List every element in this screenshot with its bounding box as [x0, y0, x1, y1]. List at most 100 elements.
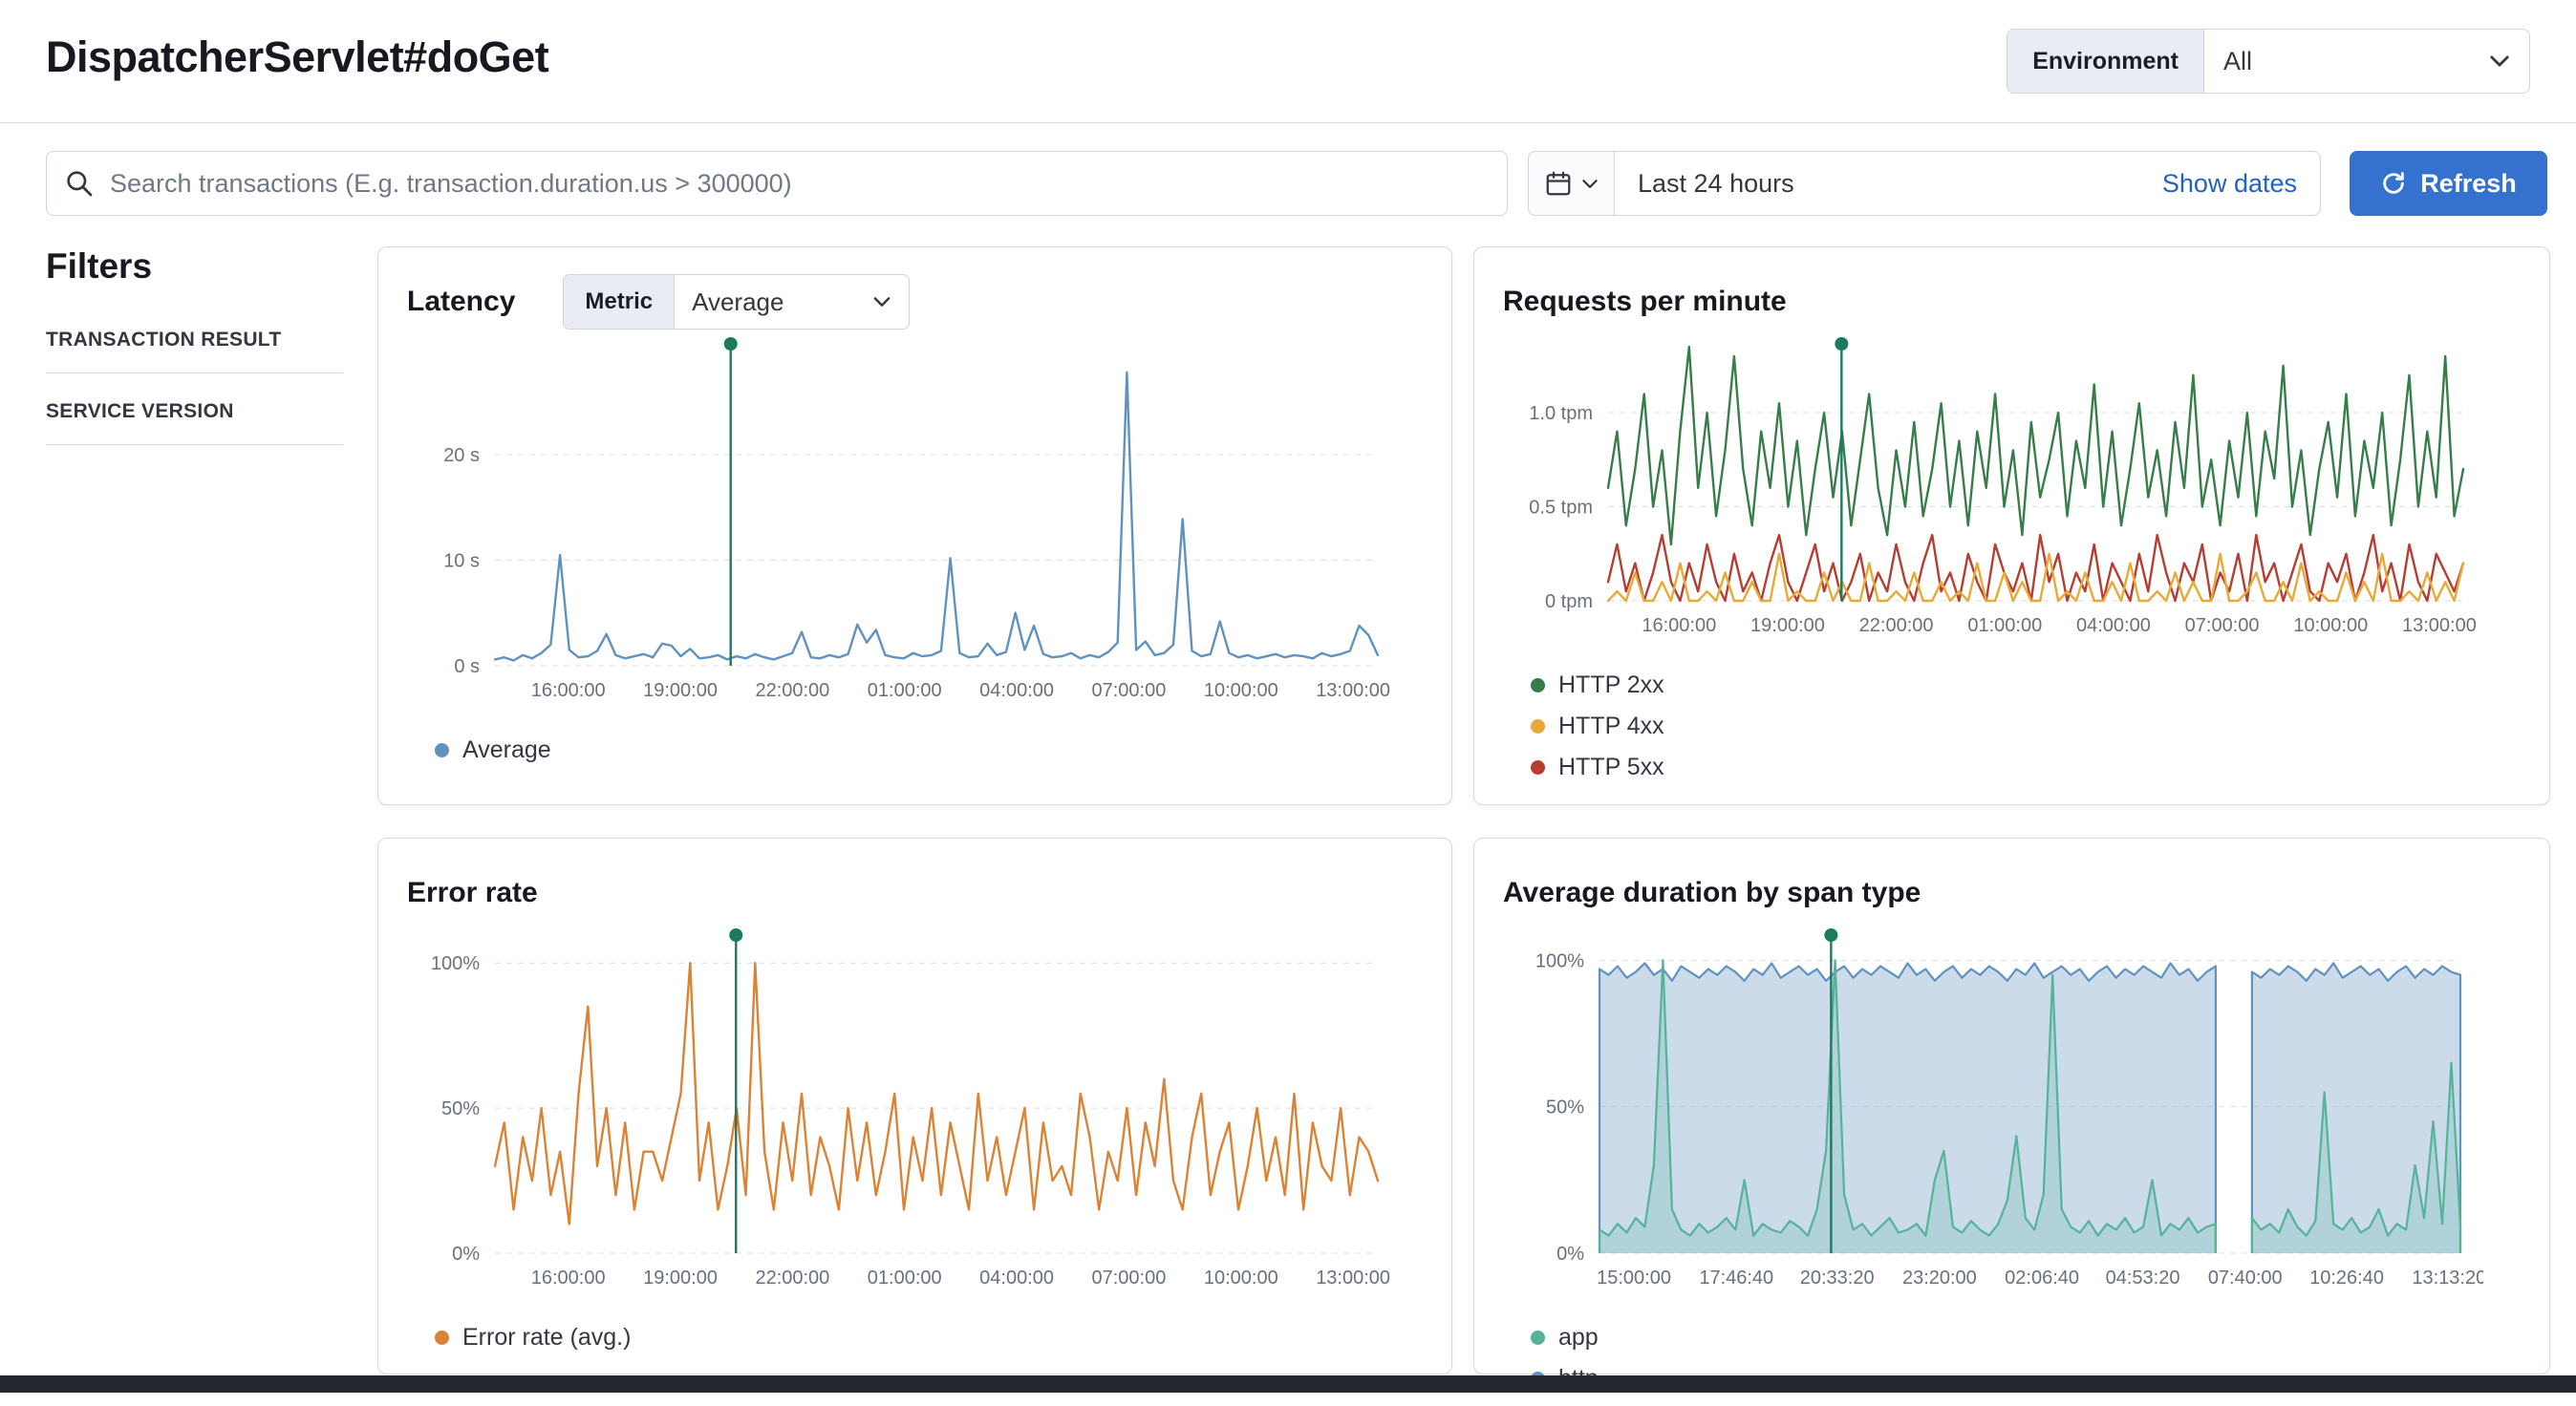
requests-per-minute-panel: Requests per minute 0 tpm 0.5 tpm 1.0 tpm 1…: [1473, 246, 2550, 805]
svg-text:07:40:00: 07:40:00: [2208, 1268, 2283, 1289]
svg-text:100%: 100%: [1535, 950, 1584, 971]
legend-dot: [435, 1331, 449, 1345]
svg-text:17:46:40: 17:46:40: [1699, 1268, 1773, 1289]
svg-text:19:00:00: 19:00:00: [643, 680, 718, 701]
svg-text:0%: 0%: [1556, 1244, 1584, 1265]
svg-text:10:00:00: 10:00:00: [1204, 1268, 1278, 1289]
search-input[interactable]: [108, 168, 1507, 200]
date-range-display[interactable]: Last 24 hours Show dates: [1615, 152, 2320, 215]
legend-dot: [1531, 1331, 1545, 1345]
environment-select-value: All: [2223, 47, 2252, 76]
metric-select-value: Average: [692, 288, 784, 317]
svg-text:100%: 100%: [431, 953, 480, 974]
environment-filter: Environment All: [2007, 29, 2530, 94]
svg-text:1.0 tpm: 1.0 tpm: [1529, 403, 1593, 424]
filters-sidebar: Filters TRANSACTION RESULT SERVICE VERSI…: [46, 246, 344, 472]
legend-label: HTTP 5xx: [1558, 754, 1664, 781]
legend-dot: [1531, 719, 1545, 734]
svg-text:07:00:00: 07:00:00: [1092, 1268, 1167, 1289]
svg-text:04:53:20: 04:53:20: [2106, 1268, 2180, 1289]
svg-text:13:13:20: 13:13:20: [2412, 1268, 2483, 1289]
svg-text:13:00:00: 13:00:00: [1316, 1268, 1390, 1289]
svg-text:10:00:00: 10:00:00: [1204, 680, 1278, 701]
chevron-down-icon: [1581, 179, 1599, 189]
error-rate-legend: Error rate (avg.): [435, 1324, 1423, 1365]
svg-text:20:33:20: 20:33:20: [1800, 1268, 1875, 1289]
metric-label: Metric: [563, 274, 675, 330]
page-header: DispatcherServlet#doGet Environment All: [0, 0, 2576, 123]
svg-text:19:00:00: 19:00:00: [1750, 615, 1825, 636]
refresh-button-label: Refresh: [2420, 169, 2517, 199]
date-quick-select-button[interactable]: [1529, 152, 1615, 215]
metric-select[interactable]: Average: [675, 274, 910, 330]
svg-text:07:00:00: 07:00:00: [1092, 680, 1167, 701]
latency-legend: Average: [435, 736, 1423, 778]
legend-item-http-5xx[interactable]: HTTP 5xx: [1531, 754, 2043, 781]
svg-text:0%: 0%: [452, 1244, 480, 1265]
environment-select[interactable]: All: [2204, 30, 2529, 93]
legend-item-average[interactable]: Average: [435, 736, 551, 764]
legend-dot: [1531, 678, 1545, 692]
latency-panel: Latency Metric Average 0 s 10 s 20 s 16:00:…: [377, 246, 1452, 805]
calendar-icon: [1544, 169, 1573, 198]
svg-text:22:00:00: 22:00:00: [755, 680, 829, 701]
svg-text:13:00:00: 13:00:00: [1316, 680, 1390, 701]
svg-text:04:00:00: 04:00:00: [2076, 615, 2151, 636]
legend-item-error-rate[interactable]: Error rate (avg.): [435, 1324, 631, 1352]
svg-text:0.5 tpm: 0.5 tpm: [1529, 498, 1593, 519]
svg-text:19:00:00: 19:00:00: [643, 1268, 718, 1289]
legend-label: HTTP 4xx: [1558, 713, 1664, 740]
bottom-panel-edge: [0, 1375, 2576, 1393]
filter-section-service-version[interactable]: SERVICE VERSION: [46, 400, 344, 445]
svg-text:20 s: 20 s: [443, 445, 480, 466]
svg-text:0 tpm: 0 tpm: [1545, 591, 1593, 612]
error-rate-chart: 0%50%100%16:00:0019:00:0022:00:0001:00:0…: [419, 928, 1423, 1297]
error-rate-title: Error rate: [407, 877, 538, 909]
legend-item-http-2xx[interactable]: HTTP 2xx: [1531, 671, 2043, 699]
legend-label: Average: [462, 736, 551, 764]
svg-text:10:26:40: 10:26:40: [2309, 1268, 2384, 1289]
svg-text:10 s: 10 s: [443, 550, 480, 571]
legend-dot: [1531, 760, 1545, 775]
svg-text:07:00:00: 07:00:00: [2185, 615, 2260, 636]
svg-text:04:00:00: 04:00:00: [979, 1268, 1054, 1289]
error-rate-panel: Error rate 0%50%100%16:00:0019:00:0022:0…: [377, 838, 1452, 1374]
svg-text:13:00:00: 13:00:00: [2402, 615, 2477, 636]
page-title: DispatcherServlet#doGet: [46, 32, 548, 82]
svg-text:16:00:00: 16:00:00: [1642, 615, 1716, 636]
latency-title: Latency: [407, 286, 515, 318]
duration-chart: 0% 50% 100% 15:00:00 17:46:40 20:33:20 23:20:0…: [1504, 928, 2521, 1297]
show-dates-link[interactable]: Show dates: [2162, 169, 2297, 199]
filter-section-label: TRANSACTION RESULT: [46, 329, 282, 351]
svg-text:0 s: 0 s: [454, 656, 480, 677]
legend-item-app[interactable]: app: [1531, 1324, 2043, 1352]
latency-metric-control: Metric Average: [563, 274, 910, 330]
svg-text:22:00:00: 22:00:00: [755, 1268, 829, 1289]
svg-text:22:00:00: 22:00:00: [1859, 615, 1934, 636]
filters-heading: Filters: [46, 246, 344, 287]
svg-text:01:00:00: 01:00:00: [868, 680, 942, 701]
svg-text:02:06:40: 02:06:40: [2005, 1268, 2079, 1289]
svg-text:23:20:00: 23:20:00: [1902, 1268, 1977, 1289]
svg-text:50%: 50%: [1546, 1097, 1584, 1118]
duration-legend: app http: [1531, 1324, 2521, 1406]
environment-filter-label: Environment: [2007, 30, 2204, 93]
legend-dot: [435, 743, 449, 757]
refresh-icon: [2380, 170, 2407, 197]
refresh-button[interactable]: Refresh: [2350, 151, 2547, 216]
svg-text:01:00:00: 01:00:00: [868, 1268, 942, 1289]
requests-title: Requests per minute: [1503, 286, 1787, 318]
legend-item-http-4xx[interactable]: HTTP 4xx: [1531, 713, 2043, 740]
svg-text:15:00:00: 15:00:00: [1597, 1268, 1671, 1289]
svg-text:50%: 50%: [441, 1098, 480, 1119]
svg-text:16:00:00: 16:00:00: [531, 680, 606, 701]
filter-section-transaction-result[interactable]: TRANSACTION RESULT: [46, 329, 344, 373]
svg-text:10:00:00: 10:00:00: [2293, 615, 2368, 636]
svg-text:01:00:00: 01:00:00: [1967, 615, 2042, 636]
duration-by-span-type-panel: Average duration by span type 0% 50% 100% 1…: [1473, 838, 2550, 1374]
legend-label: HTTP 2xx: [1558, 671, 1664, 699]
chevron-down-icon: [872, 296, 891, 308]
duration-title: Average duration by span type: [1503, 877, 1921, 909]
filter-section-label: SERVICE VERSION: [46, 400, 234, 422]
svg-text:04:00:00: 04:00:00: [979, 680, 1054, 701]
